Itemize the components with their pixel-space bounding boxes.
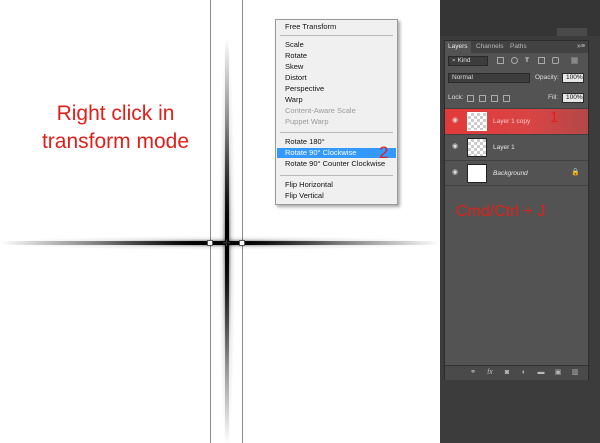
- filter-toggle-icon[interactable]: [571, 57, 578, 64]
- layer-row-background[interactable]: ◉ Background 🔒: [445, 160, 588, 186]
- layer-thumbnail: [467, 164, 487, 183]
- transform-handle-right[interactable]: [239, 240, 245, 246]
- trash-icon[interactable]: ▥: [571, 369, 579, 377]
- tab-layers[interactable]: Layers: [445, 41, 471, 53]
- opacity-input[interactable]: 100%: [562, 73, 584, 83]
- lock-transparent-icon[interactable]: [467, 95, 474, 102]
- menu-separator: [280, 132, 393, 133]
- fill-label: Fill:: [548, 94, 559, 101]
- menu-item-free-transform[interactable]: Free Transform: [277, 22, 396, 32]
- lock-label: Lock:: [448, 94, 464, 101]
- menu-item-flip-horizontal[interactable]: Flip Horizontal: [277, 180, 396, 190]
- menu-item-content-aware-scale: Content-Aware Scale: [285, 106, 356, 115]
- search-icon: ⌕: [452, 57, 456, 64]
- shortcut-annotation: Cmd/Ctrl + J: [456, 203, 546, 220]
- eye-icon[interactable]: ◉: [451, 169, 459, 177]
- menu-separator: [280, 35, 393, 36]
- eye-icon[interactable]: ◉: [451, 143, 459, 151]
- layer-name[interactable]: Layer 1: [493, 143, 515, 153]
- menu-item-perspective[interactable]: Perspective: [277, 84, 396, 94]
- bounding-box-right-edge: [242, 0, 243, 443]
- bounding-box-left-edge: [210, 0, 211, 443]
- filter-kind-select[interactable]: ⌕ Kind: [448, 56, 488, 66]
- filter-kind-value: Kind: [457, 57, 471, 64]
- transform-handle-left[interactable]: [207, 240, 213, 246]
- lock-position-icon[interactable]: [491, 95, 498, 102]
- collapsed-panel-tab[interactable]: [557, 28, 587, 36]
- lock-icon: 🔒: [571, 169, 580, 176]
- mask-icon[interactable]: ◙: [503, 369, 511, 377]
- transform-context-menu: Free Transform Scale Rotate Skew Distort…: [275, 19, 398, 205]
- link-icon[interactable]: ⚭: [469, 369, 477, 377]
- layers-panel-toolbar: ⚭ fx ◙ ◐ ▬ ▣ ▥: [445, 365, 588, 380]
- step-2-marker: 2: [379, 143, 389, 162]
- layer-name[interactable]: Layer 1 copy: [493, 117, 530, 127]
- tab-channels[interactable]: Channels: [473, 41, 506, 53]
- adjustment-icon[interactable]: ◐: [520, 369, 528, 377]
- menu-item-scale[interactable]: Scale: [277, 40, 396, 50]
- menu-item-distort[interactable]: Distort: [277, 73, 396, 83]
- menu-item-puppet-warp: Puppet Warp: [285, 117, 329, 126]
- tab-paths[interactable]: Paths: [507, 41, 530, 53]
- layer-thumbnail: [467, 112, 487, 131]
- layer-name[interactable]: Background: [493, 169, 528, 179]
- pivot-point-icon[interactable]: ✛: [222, 239, 231, 248]
- layer-row-layer-1-copy[interactable]: ◉ Layer 1 copy: [445, 108, 588, 134]
- blend-mode-select[interactable]: Normal: [448, 73, 530, 83]
- new-layer-icon[interactable]: ▣: [554, 369, 562, 377]
- lock-all-icon[interactable]: [503, 95, 510, 102]
- menu-item-skew[interactable]: Skew: [277, 62, 396, 72]
- menu-separator: [280, 175, 393, 176]
- lock-image-icon[interactable]: [479, 95, 486, 102]
- menu-item-warp[interactable]: Warp: [277, 95, 396, 105]
- filter-smart-object-icon[interactable]: [552, 57, 559, 64]
- layer-row-layer-1[interactable]: ◉ Layer 1: [445, 134, 588, 160]
- filter-adjustment-icon[interactable]: [511, 57, 518, 64]
- panel-menu-icon[interactable]: »≡: [577, 41, 585, 53]
- filter-shape-icon[interactable]: [538, 57, 545, 64]
- layer-thumbnail: [467, 138, 487, 157]
- step-1-marker: 1: [550, 109, 559, 126]
- folder-icon[interactable]: ▬: [537, 369, 545, 377]
- eye-icon[interactable]: ◉: [451, 117, 459, 125]
- instruction-annotation: Right click in transform mode: [41, 102, 190, 153]
- filter-type-icon[interactable]: T: [525, 56, 529, 66]
- fill-input[interactable]: 100%: [562, 93, 584, 103]
- fx-icon[interactable]: fx: [486, 369, 494, 377]
- panel-tabs: Layers Channels Paths »≡: [445, 41, 588, 53]
- opacity-label: Opacity:: [535, 74, 559, 81]
- menu-item-rotate[interactable]: Rotate: [277, 51, 396, 61]
- filter-pixel-icon[interactable]: [497, 57, 504, 64]
- menu-item-flip-vertical[interactable]: Flip Vertical: [277, 191, 396, 201]
